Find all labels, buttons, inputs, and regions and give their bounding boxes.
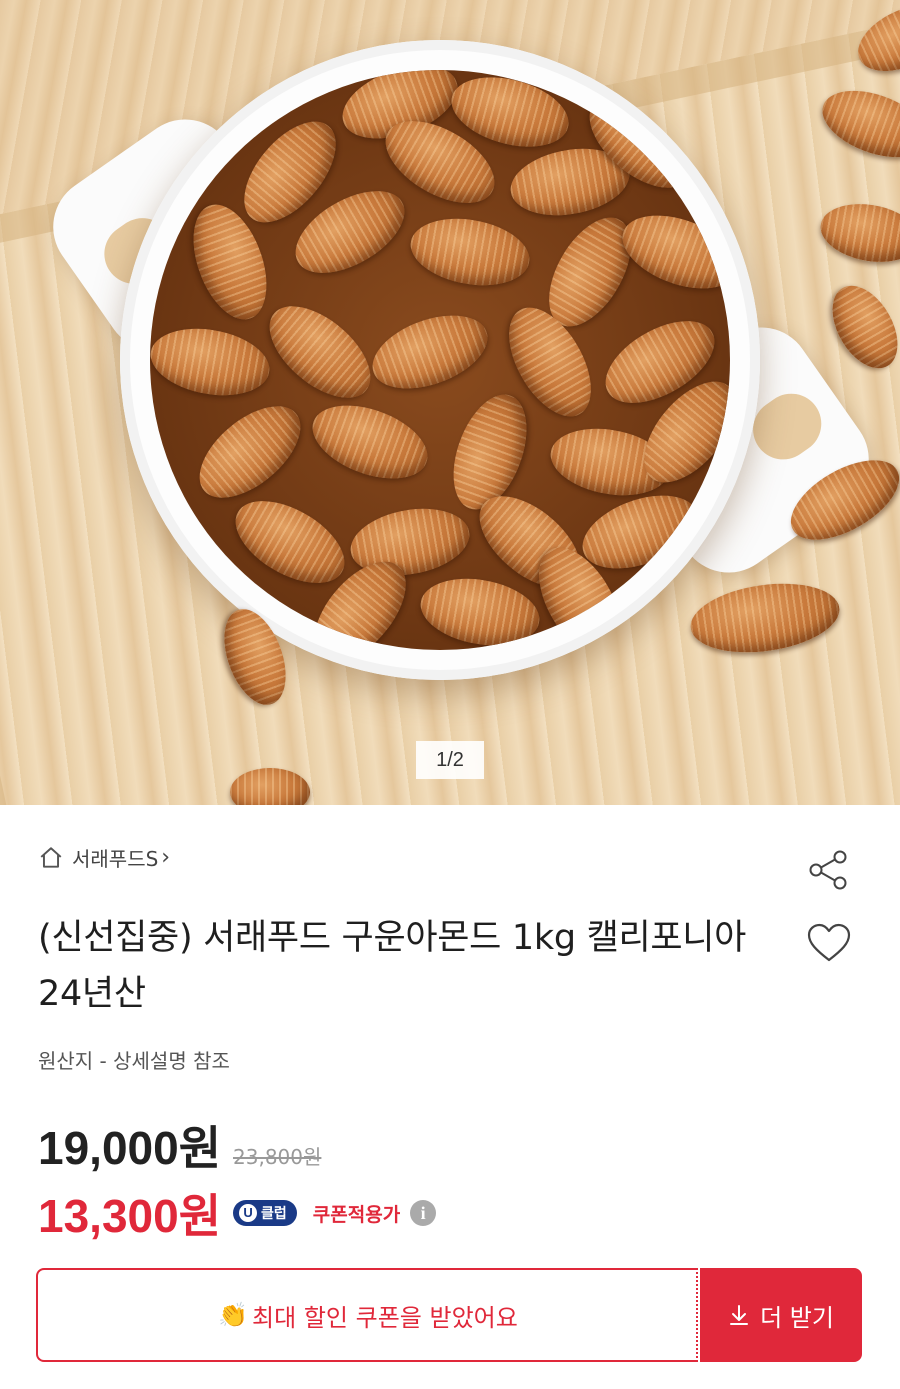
uclub-badge: U 클럽 — [233, 1200, 297, 1226]
almond — [415, 570, 545, 650]
coupon-price: 13,300원 — [38, 1190, 222, 1242]
clapping-hands-icon: 👏 — [218, 1301, 249, 1329]
coupon-bar: 👏 최대 할인 쿠폰을 받았어요 더 받기 — [36, 1268, 862, 1362]
get-more-coupons-button[interactable]: 더 받기 — [700, 1268, 862, 1362]
almond — [253, 288, 387, 416]
chevron-right-icon: › — [161, 845, 171, 870]
get-more-label: 더 받기 — [760, 1303, 834, 1332]
sale-price: 19,000원 — [38, 1122, 222, 1174]
almond — [362, 301, 498, 403]
almond — [302, 391, 438, 493]
home-icon — [40, 846, 62, 868]
coupon-message: 최대 할인 쿠폰을 받았어요 — [252, 1303, 518, 1332]
almond — [183, 388, 317, 516]
coupon-message-box: 👏 최대 할인 쿠폰을 받았어요 — [36, 1268, 698, 1362]
store-link[interactable]: 서래푸드S › — [38, 843, 170, 872]
price-row: 19,000원 23,800원 — [38, 1112, 321, 1178]
origin-info: 원산지 - 상세설명 참조 — [38, 1049, 230, 1073]
coupon-applied-label: 쿠폰적용가 — [312, 1203, 401, 1226]
store-name: 서래푸드S — [72, 847, 159, 871]
download-icon — [730, 1305, 749, 1325]
coupon-price-row: 13,300원 U 클럽 쿠폰적용가 i — [38, 1180, 437, 1246]
heart-icon[interactable] — [806, 922, 852, 964]
almond — [150, 320, 275, 404]
product-image-carousel[interactable]: 1/2 — [0, 0, 900, 805]
image-page-indicator: 1/2 — [416, 741, 484, 779]
product-title: (신선집중) 서래푸드 구운아몬드 1kg 캘리포니아 24년산 — [38, 918, 747, 1014]
uclub-text: 클럽 — [261, 1206, 287, 1222]
info-icon[interactable]: i — [410, 1200, 437, 1226]
almonds-pile — [150, 70, 730, 650]
original-price: 23,800원 — [233, 1145, 322, 1169]
almond — [405, 210, 535, 294]
uclub-u-mark: U — [239, 1204, 258, 1222]
share-icon[interactable] — [806, 848, 850, 892]
